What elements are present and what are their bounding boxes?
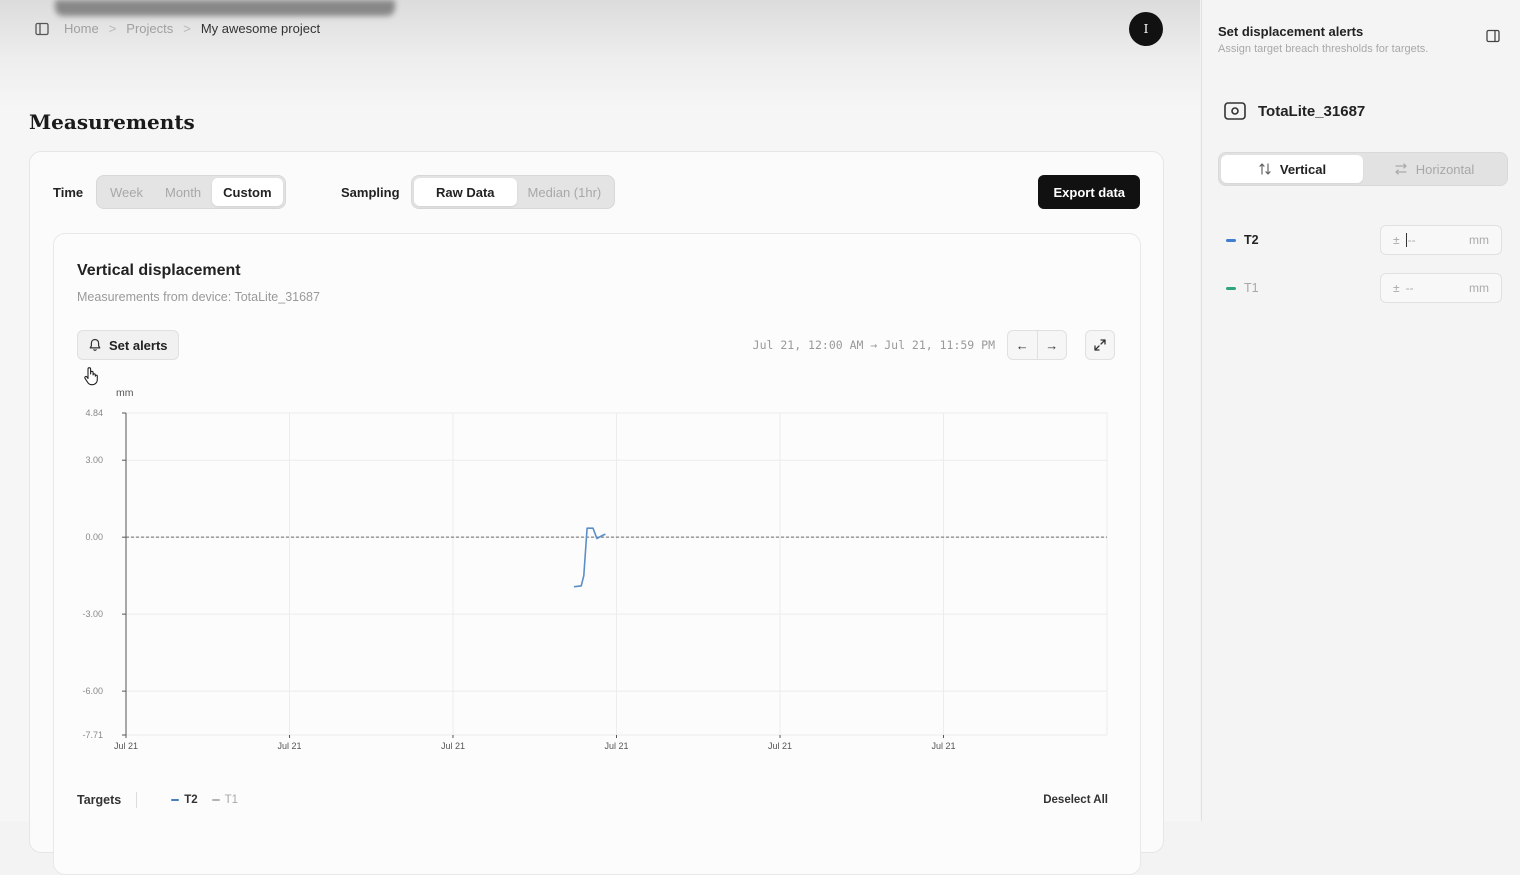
threshold-value-t1: -- (1405, 281, 1414, 295)
device-row: TotaLite_31687 (1224, 102, 1365, 120)
y-tick-label: 3.00 (85, 455, 103, 465)
plus-minus-prefix: ± (1393, 281, 1400, 295)
threshold-value-t2: -- (1407, 233, 1416, 247)
plus-minus-prefix: ± (1393, 233, 1400, 247)
direction-horizontal-label: Horizontal (1415, 161, 1475, 177)
direction-segmented-control: Vertical Horizontal (1218, 152, 1508, 186)
hand-cursor-icon (84, 367, 98, 386)
threshold-row-t2: T2 ± -- mm (1226, 225, 1502, 255)
deselect-all-button[interactable]: Deselect All (1043, 794, 1108, 806)
legend-item-t1[interactable]: T1 (211, 794, 239, 806)
text-caret (1405, 233, 1407, 247)
panel-toggle-icon[interactable] (1486, 29, 1500, 43)
horizontal-arrows-icon (1395, 163, 1407, 175)
x-tick-label: Jul 21 (931, 741, 955, 751)
direction-horizontal[interactable]: Horizontal (1363, 155, 1505, 183)
threshold-swatch-t2 (1226, 238, 1236, 242)
legend-label-t2: T2 (184, 794, 198, 806)
threshold-unit-t2: mm (1469, 233, 1489, 247)
x-tick-label: Jul 21 (441, 741, 465, 751)
x-tick-label: Jul 21 (278, 741, 302, 751)
device-name: TotaLite_31687 (1258, 102, 1366, 120)
y-tick-label: -6.00 (82, 686, 103, 696)
alerts-panel: Set displacement alerts Assign target br… (1201, 0, 1520, 821)
y-tick-label: -3.00 (82, 609, 103, 619)
threshold-input-t1[interactable]: ± -- mm (1380, 273, 1502, 303)
y-axis-label: mm (116, 387, 134, 399)
direction-vertical[interactable]: Vertical (1221, 155, 1363, 183)
y-tick-label: 4.84 (85, 408, 103, 418)
threshold-name-t2: T2 (1244, 233, 1259, 247)
targets-divider (136, 792, 138, 808)
direction-vertical-label: Vertical (1279, 161, 1327, 177)
y-tick-label: 0.00 (85, 532, 103, 542)
threshold-swatch-t1 (1226, 286, 1236, 290)
main-area: Home > Projects > My awesome project I M… (0, 0, 1200, 875)
y-tick-label: -7.71 (82, 730, 103, 740)
vertical-arrows-icon (1259, 163, 1271, 175)
targets-label: Targets (77, 793, 122, 807)
threshold-row-t1: T1 ± -- mm (1226, 273, 1502, 303)
device-icon (1224, 102, 1246, 120)
x-tick-label: Jul 21 (768, 741, 792, 751)
panel-title: Set displacement alerts (1218, 24, 1364, 39)
legend-swatch-t1 (211, 799, 220, 801)
legend-swatch-t2 (171, 799, 180, 801)
legend-label-t1: T1 (224, 794, 239, 806)
x-tick-label: Jul 21 (604, 741, 628, 751)
panel-subtitle: Assign target breach thresholds for targ… (1218, 43, 1429, 55)
displacement-chart: 4.84 3.00 0.00 -3.00 -6.00 -7.71 mm Jul 21 Jul 2… (82, 387, 1108, 751)
targets-row: Targets T2 T1 Deselect All (77, 790, 1108, 810)
x-tick-label: Jul 21 (114, 741, 138, 751)
legend-item-t2[interactable]: T2 (171, 794, 198, 806)
threshold-input-t2[interactable]: ± -- mm (1380, 225, 1502, 255)
threshold-name-t1: T1 (1244, 281, 1259, 295)
threshold-unit-t1: mm (1469, 281, 1489, 295)
